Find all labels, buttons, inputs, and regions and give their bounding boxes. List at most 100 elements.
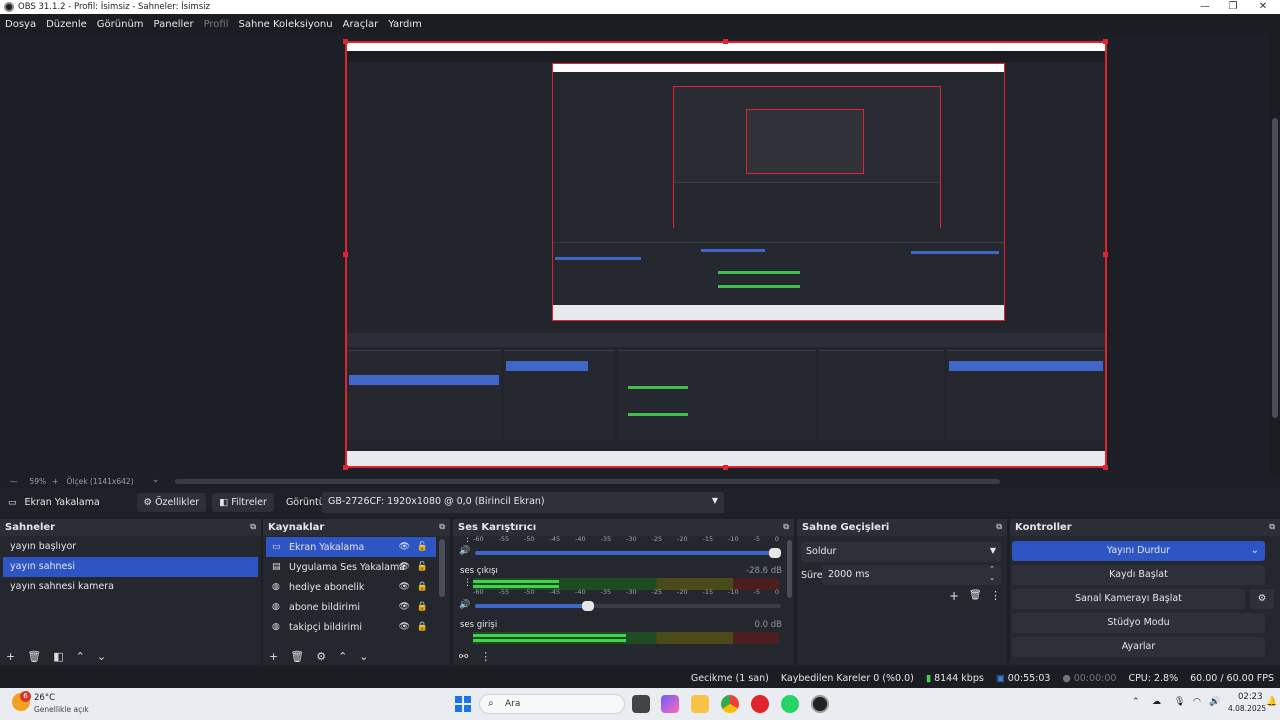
resize-handle[interactable]: [1103, 465, 1108, 470]
unlock-icon[interactable]: 🔓: [417, 542, 428, 552]
start-recording-button[interactable]: Kaydı Başlat: [1012, 565, 1265, 585]
trash-icon[interactable]: 🗑: [290, 650, 304, 663]
scene-item[interactable]: yayın başlıyor: [3, 537, 258, 557]
notification-bell-icon[interactable]: 🔔: [1266, 697, 1277, 707]
scrollbar-thumb[interactable]: [1272, 118, 1278, 418]
menu-paneller[interactable]: Paneller: [149, 19, 199, 30]
source-item[interactable]: ◍ abone bildirimi 👁 🔒: [266, 597, 436, 617]
trash-icon[interactable]: 🗑: [969, 590, 982, 601]
file-explorer-icon[interactable]: [691, 695, 709, 713]
microphone-icon[interactable]: 🎙: [1174, 697, 1185, 707]
zoom-in-icon[interactable]: +: [52, 477, 58, 486]
volume-icon[interactable]: 🔊: [459, 546, 470, 556]
resize-handle[interactable]: [343, 39, 348, 44]
lock-icon[interactable]: 🔒: [417, 602, 428, 612]
settings-button[interactable]: Ayarlar: [1012, 637, 1265, 657]
resize-handle[interactable]: [723, 39, 728, 44]
lock-icon[interactable]: 🔒: [417, 622, 428, 632]
chevron-up-icon[interactable]: ⌃: [338, 650, 347, 663]
chevron-down-icon[interactable]: ⌄: [359, 650, 368, 663]
dock-float-icon[interactable]: ⧉: [439, 522, 445, 532]
source-item-selected[interactable]: ▭ Ekran Yakalama 👁 🔓: [266, 537, 436, 557]
source-item[interactable]: ◍ takipçi bildirimi 👁 🔒: [266, 617, 436, 637]
stop-stream-button[interactable]: Yayını Durdur ⌄: [1012, 541, 1265, 561]
virtual-camera-settings-button[interactable]: ⚙: [1250, 589, 1274, 609]
trash-icon[interactable]: 🗑: [27, 650, 41, 663]
mixer-scrollbar[interactable]: [787, 540, 792, 598]
kebab-menu-icon[interactable]: ⋮: [463, 578, 472, 588]
kebab-menu-icon[interactable]: ⋮: [480, 650, 491, 663]
source-item[interactable]: ▤ Uygulama Ses Yakalama (BETA) 👁 🔓: [266, 557, 436, 577]
copilot-icon[interactable]: [661, 695, 679, 713]
chevron-down-icon[interactable]: ⌄: [1251, 541, 1259, 561]
cloud-icon[interactable]: ☁: [1152, 697, 1161, 707]
resize-handle[interactable]: [1103, 39, 1108, 44]
windows-start-icon[interactable]: [455, 696, 471, 712]
menu-sahne-koleksiyonu[interactable]: Sahne Koleksiyonu: [234, 19, 338, 30]
chevron-down-icon[interactable]: ⌄: [97, 650, 106, 663]
close-button[interactable]: ✕: [1248, 0, 1278, 14]
add-source-icon[interactable]: +: [269, 650, 278, 663]
link-icon[interactable]: ⚯: [459, 650, 468, 663]
scene-item-selected[interactable]: yayın sahnesi: [3, 557, 258, 577]
eye-icon[interactable]: 👁: [399, 582, 410, 592]
source-item[interactable]: ◍ hediye abonelik 👁 🔒: [266, 577, 436, 597]
display-select[interactable]: GB-2726CF: 1920x1080 @ 0,0 (Birincil Ekr…: [322, 492, 724, 513]
duration-input[interactable]: 2000 ms ⌃ ⌄: [822, 565, 1001, 585]
kebab-menu-icon[interactable]: ⋮: [990, 589, 1001, 602]
menu-duzenle[interactable]: Düzenle: [41, 19, 92, 30]
wifi-icon[interactable]: ◠: [1193, 697, 1201, 707]
menu-araclar[interactable]: Araçlar: [338, 19, 384, 30]
chevron-up-icon[interactable]: ⌃: [1132, 697, 1140, 707]
eye-icon[interactable]: 👁: [399, 542, 410, 552]
sources-scrollbar[interactable]: [439, 539, 445, 597]
eye-icon[interactable]: 👁: [399, 622, 410, 632]
start-virtual-camera-button[interactable]: Sanal Kamerayı Başlat: [1012, 589, 1245, 609]
opera-icon[interactable]: [751, 695, 769, 713]
gear-icon[interactable]: ⚙: [316, 650, 326, 663]
eye-icon[interactable]: 👁: [399, 562, 410, 572]
volume-slider-knob[interactable]: [769, 548, 781, 558]
filters-button[interactable]: ◧ Filtreler: [212, 493, 274, 512]
clock-date[interactable]: 4.08.2025: [1228, 704, 1266, 713]
resize-handle[interactable]: [343, 252, 348, 257]
dock-float-icon[interactable]: ⧉: [996, 522, 1002, 532]
chevron-up-icon[interactable]: ⌃: [76, 650, 85, 663]
spin-buttons-icon[interactable]: ⌃ ⌄: [989, 565, 995, 583]
chevron-down-icon[interactable]: ⌄: [152, 475, 160, 485]
clock-time[interactable]: 02:23: [1238, 692, 1263, 702]
menu-gorunum[interactable]: Görünüm: [92, 19, 149, 30]
obs-taskbar-icon[interactable]: [811, 695, 829, 713]
minimize-button[interactable]: —: [1190, 0, 1220, 14]
preview-vertical-scrollbar[interactable]: [1270, 34, 1280, 474]
dock-float-icon[interactable]: ⧉: [250, 522, 256, 532]
volume-icon[interactable]: 🔊: [459, 600, 470, 610]
preview-horizontal-scrollbar[interactable]: [175, 479, 1000, 484]
task-view-icon[interactable]: [632, 695, 650, 713]
kebab-menu-icon[interactable]: ⋮: [463, 536, 472, 544]
add-scene-icon[interactable]: +: [6, 650, 15, 663]
chrome-icon[interactable]: [721, 695, 739, 713]
volume-slider-knob[interactable]: [582, 601, 595, 611]
transition-select[interactable]: Soldur ▼: [801, 542, 1001, 562]
speaker-icon[interactable]: 🔊: [1209, 697, 1220, 707]
properties-button[interactable]: ⚙ Özellikler: [136, 493, 207, 512]
dock-float-icon[interactable]: ⧉: [1269, 522, 1275, 532]
screen-capture-preview[interactable]: [345, 41, 1107, 468]
taskbar-search[interactable]: ⌕ Ara: [479, 694, 625, 714]
unlock-icon[interactable]: 🔓: [417, 562, 428, 572]
menu-yardim[interactable]: Yardım: [383, 19, 427, 30]
scene-filters-icon[interactable]: ◧: [53, 650, 63, 663]
maximize-button[interactable]: ❐: [1218, 0, 1248, 14]
add-transition-icon[interactable]: +: [949, 589, 959, 603]
volume-slider[interactable]: [475, 601, 781, 611]
whatsapp-icon[interactable]: [781, 695, 799, 713]
eye-icon[interactable]: 👁: [399, 602, 410, 612]
resize-handle[interactable]: [723, 465, 728, 470]
volume-slider[interactable]: [475, 548, 781, 558]
dock-float-icon[interactable]: ⧉: [783, 522, 789, 532]
lock-icon[interactable]: 🔒: [417, 582, 428, 592]
scene-item[interactable]: yayın sahnesi kamera: [3, 577, 258, 597]
menu-profil[interactable]: Profil: [199, 19, 234, 30]
resize-handle[interactable]: [343, 465, 348, 470]
